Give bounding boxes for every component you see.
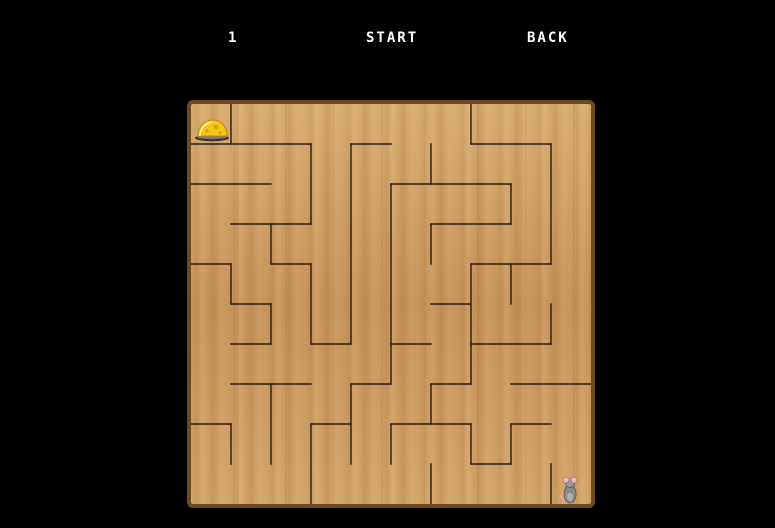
maze-walls bbox=[191, 104, 591, 504]
level-number: 1 bbox=[228, 30, 239, 46]
mouse-icon[interactable] bbox=[560, 476, 578, 504]
cheese-icon bbox=[195, 119, 229, 142]
start-button[interactable]: START bbox=[366, 30, 418, 46]
back-button[interactable]: BACK bbox=[527, 30, 569, 46]
maze-board[interactable] bbox=[187, 100, 595, 508]
